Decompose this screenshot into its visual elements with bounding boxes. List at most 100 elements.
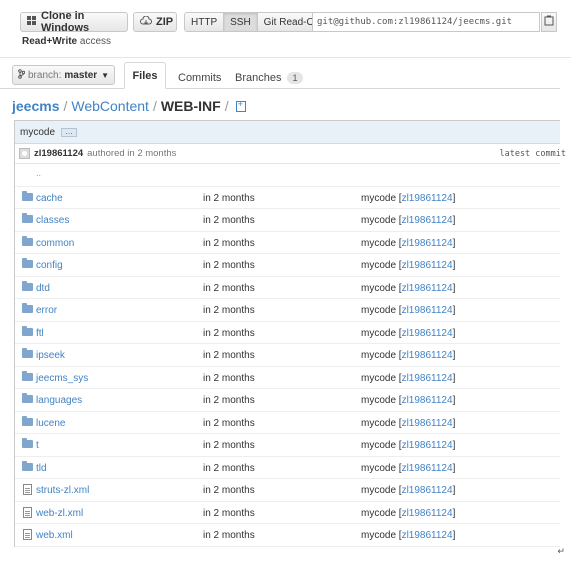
folder-icon (22, 460, 33, 471)
file-name-link[interactable]: dtd (36, 283, 50, 294)
committer-link[interactable]: zl19861124 (402, 530, 453, 541)
commit-message-link[interactable]: mycode (361, 260, 396, 271)
table-row[interactable]: error in 2 months mycode [zl19861124] (15, 299, 560, 322)
table-row[interactable]: tld in 2 months mycode [zl19861124] (15, 457, 560, 479)
table-row[interactable]: config in 2 months mycode [zl19861124] (15, 254, 560, 277)
committer-link[interactable]: zl19861124 (402, 395, 453, 406)
copy-url-button[interactable] (541, 12, 557, 32)
file-commit-message: mycode [zl19861124] (361, 530, 455, 541)
committer-link[interactable]: zl19861124 (402, 485, 453, 496)
clone-url-input[interactable] (312, 12, 540, 32)
table-row[interactable]: ftl in 2 months mycode [zl19861124] (15, 322, 560, 344)
committer-link[interactable]: zl19861124 (402, 418, 453, 429)
file-name-link[interactable]: web.xml (36, 530, 73, 541)
folder-icon (22, 415, 33, 426)
file-commit-message: mycode [zl19861124] (361, 305, 455, 316)
commit-message-link[interactable]: mycode (361, 485, 396, 496)
file-name-link[interactable]: t (36, 440, 39, 451)
committer-link[interactable]: zl19861124 (402, 508, 453, 519)
commit-message-link[interactable]: mycode (361, 328, 396, 339)
table-row[interactable]: languages in 2 months mycode [zl19861124] (15, 389, 560, 412)
committer-link[interactable]: zl19861124 (402, 283, 453, 294)
table-row[interactable]: t in 2 months mycode [zl19861124] (15, 434, 560, 457)
tab-commits[interactable]: Commits (178, 66, 221, 89)
commit-message-link[interactable]: mycode (361, 350, 396, 361)
committer-link[interactable]: zl19861124 (402, 350, 453, 361)
commit-message-link[interactable]: mycode (361, 193, 396, 204)
commit-authored-time: authored in 2 months (87, 148, 177, 159)
breadcrumb-current: WEB-INF (160, 98, 221, 114)
commit-message-link[interactable]: mycode (361, 463, 396, 474)
breadcrumb-repo-link[interactable]: jeecms (12, 98, 59, 114)
commit-message-link[interactable]: mycode (361, 283, 396, 294)
new-file-icon[interactable] (235, 99, 246, 112)
table-row[interactable]: cache in 2 months mycode [zl19861124] (15, 187, 560, 209)
table-row[interactable]: jeecms_sys in 2 months mycode [zl19861124] (15, 367, 560, 389)
bracket-close: ] (452, 417, 456, 429)
tab-files[interactable]: Files (124, 62, 166, 89)
tab-branches-label: Branches (235, 71, 282, 84)
file-name-link[interactable]: cache (36, 193, 63, 204)
file-name-link[interactable]: common (36, 238, 74, 249)
commit-message-link[interactable]: mycode (361, 238, 396, 249)
commit-message-link[interactable]: mycode (361, 418, 396, 429)
committer-link[interactable]: zl19861124 (402, 328, 453, 339)
committer-link[interactable]: zl19861124 (402, 215, 453, 226)
commit-message-link[interactable]: mycode (361, 508, 396, 519)
commit-message-link[interactable]: mycode (361, 395, 396, 406)
bracket-close: ] (452, 282, 456, 294)
table-row[interactable]: ipseek in 2 months mycode [zl19861124] (15, 344, 560, 367)
bracket-close: ] (452, 215, 456, 226)
expand-commit-button[interactable]: … (61, 127, 78, 137)
file-name-link[interactable]: ipseek (36, 350, 65, 361)
zip-label: ZIP (156, 16, 174, 28)
folder-icon (22, 190, 33, 201)
zip-download-button[interactable]: ZIP (133, 12, 177, 32)
file-name-link[interactable]: web-zl.xml (36, 508, 83, 519)
commit-author[interactable]: zl19861124 (34, 148, 83, 159)
file-name-link[interactable]: tld (36, 463, 47, 474)
commit-message-link[interactable]: mycode (361, 373, 396, 384)
windows-icon (27, 15, 37, 29)
file-name-link[interactable]: struts-zl.xml (36, 485, 89, 496)
commit-message-link[interactable]: mycode (361, 305, 396, 316)
table-row[interactable]: web-zl.xml in 2 months mycode [zl19861124] (15, 502, 560, 524)
table-row[interactable]: lucene in 2 months mycode [zl19861124] (15, 412, 560, 434)
file-name-link[interactable]: languages (36, 395, 82, 406)
bracket-close: ] (452, 395, 456, 406)
table-row[interactable]: struts-zl.xml in 2 months mycode [zl198611… (15, 479, 560, 502)
tab-branches[interactable]: Branches 1 (235, 66, 303, 89)
file-name-link[interactable]: config (36, 260, 63, 271)
committer-link[interactable]: zl19861124 (402, 305, 453, 316)
table-row[interactable]: web.xml in 2 months mycode [zl19861124] (15, 524, 560, 547)
protocol-ssh-button[interactable]: SSH (224, 13, 258, 31)
branch-selector[interactable]: branch: master ▼ (12, 65, 115, 85)
table-row[interactable]: classes in 2 months mycode [zl19861124] (15, 209, 560, 232)
breadcrumb-webcontent-link[interactable]: WebContent (71, 98, 149, 114)
table-row[interactable]: common in 2 months mycode [zl19861124] (15, 232, 560, 254)
file-name-link[interactable]: jeecms_sys (36, 373, 88, 384)
file-name-link[interactable]: classes (36, 215, 69, 226)
parent-directory-row[interactable]: .. (15, 164, 560, 187)
committer-link[interactable]: zl19861124 (402, 463, 453, 474)
table-row[interactable]: dtd in 2 months mycode [zl19861124] (15, 277, 560, 299)
commit-message-link[interactable]: mycode (361, 530, 396, 541)
file-commit-message: mycode [zl19861124] (361, 440, 455, 451)
committer-link[interactable]: zl19861124 (402, 193, 453, 204)
committer-link[interactable]: zl19861124 (402, 238, 453, 249)
clone-in-windows-button[interactable]: Clone in Windows (20, 10, 128, 34)
commit-message[interactable]: mycode (20, 127, 55, 138)
file-browser: mycode … zl19861124 authored in 2 months… (14, 120, 566, 547)
parent-directory-link[interactable]: .. (36, 168, 41, 178)
commit-message-link[interactable]: mycode (361, 440, 396, 451)
commit-message-link[interactable]: mycode (361, 215, 396, 226)
protocol-http-button[interactable]: HTTP (185, 13, 225, 31)
file-name-link[interactable]: lucene (36, 418, 65, 429)
file-name-link[interactable]: ftl (36, 328, 44, 339)
file-name-link[interactable]: error (36, 305, 57, 316)
return-arrow-icon: ↵ (557, 546, 565, 556)
committer-link[interactable]: zl19861124 (402, 440, 453, 451)
latest-commit-link[interactable]: latest commit (499, 149, 566, 159)
committer-link[interactable]: zl19861124 (402, 260, 453, 271)
committer-link[interactable]: zl19861124 (402, 373, 453, 384)
